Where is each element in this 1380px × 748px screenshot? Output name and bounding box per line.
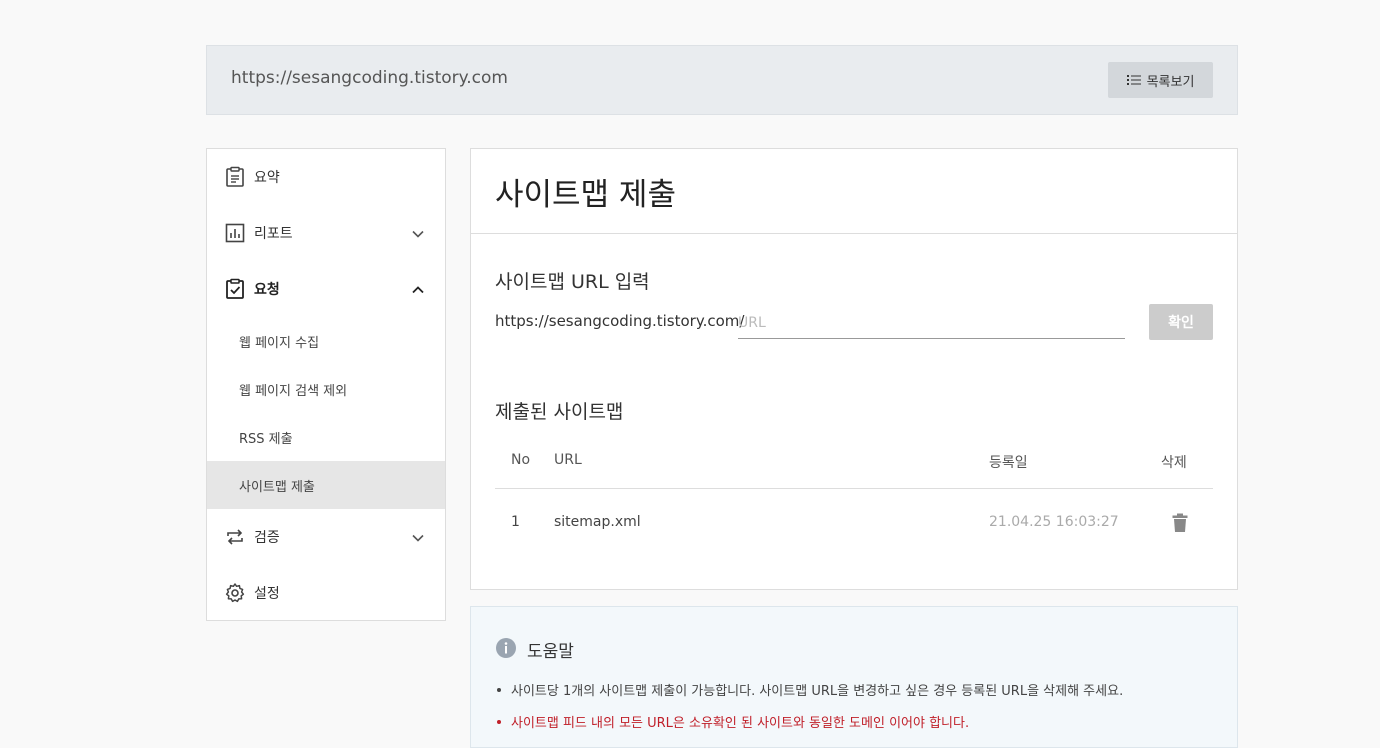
info-icon — [496, 638, 516, 658]
sitemap-submit-panel: 사이트맵 제출 사이트맵 URL 입력 https://sesangcoding… — [470, 148, 1238, 590]
bullet — [497, 687, 501, 692]
table-header-no: No — [511, 452, 531, 468]
table-cell-no: 1 — [511, 514, 520, 530]
sidebar-item-verify[interactable]: 검증 — [207, 509, 445, 565]
chevron-down-icon — [412, 230, 424, 238]
bullet — [497, 719, 501, 724]
table-header-delete: 삭제 — [1161, 455, 1187, 471]
clipboard-check-icon — [226, 278, 244, 299]
sidebar-subitem-web-page-exclude[interactable]: 웹 페이지 검색 제외 — [207, 365, 445, 413]
gear-icon — [225, 583, 245, 603]
help-item-text: 사이트맵 피드 내의 모든 URL은 소유확인 된 사이트와 동일한 도메인 이… — [511, 716, 970, 731]
sidebar-subitem-web-page-collect[interactable]: 웹 페이지 수집 — [207, 317, 445, 365]
sidebar-subitem-label: 웹 페이지 수집 — [239, 335, 320, 351]
sidebar-item-settings[interactable]: 설정 — [207, 565, 445, 621]
sidebar-subitem-sitemap-submit[interactable]: 사이트맵 제출 — [207, 461, 445, 509]
submitted-sitemap-title: 제출된 사이트맵 — [495, 401, 624, 423]
sidebar-nav: 요약 리포트 요청 웹 페이지 수집 웹 페이지 검색 제외 RSS 제출 사이… — [206, 148, 446, 621]
table-cell-date: 21.04.25 16:03:27 — [989, 514, 1119, 530]
site-url: https://sesangcoding.tistory.com — [231, 68, 508, 88]
sidebar-item-label: 리포트 — [254, 226, 293, 242]
sidebar-subitem-rss-submit[interactable]: RSS 제출 — [207, 413, 445, 461]
list-icon — [1126, 75, 1141, 85]
help-item-text: 사이트당 1개의 사이트맵 제출이 가능합니다. 사이트맵 URL을 변경하고 … — [511, 684, 1124, 699]
sidebar-item-request[interactable]: 요청 — [207, 261, 445, 317]
clipboard-icon — [226, 166, 244, 187]
sidebar-item-report[interactable]: 리포트 — [207, 205, 445, 261]
help-item-highlight: 사이트맵 피드 내의 모든 URL은 소유확인 된 사이트와 동일한 도메인 이… — [497, 712, 969, 731]
repeat-icon — [227, 529, 243, 545]
sitemap-url-input[interactable] — [738, 308, 1125, 339]
sidebar-item-label: 요청 — [254, 282, 280, 298]
help-panel: 도움말 사이트당 1개의 사이트맵 제출이 가능합니다. 사이트맵 URL을 변… — [470, 606, 1238, 748]
divider — [471, 233, 1237, 234]
table-divider — [495, 488, 1213, 489]
chevron-down-icon — [412, 534, 424, 542]
url-input-section-title: 사이트맵 URL 입력 — [495, 271, 650, 293]
table-cell-url: sitemap.xml — [554, 514, 641, 530]
trash-icon[interactable] — [1171, 513, 1189, 533]
bar-chart-icon — [225, 223, 245, 243]
help-title: 도움말 — [527, 642, 574, 662]
sidebar-item-label: 요약 — [254, 170, 280, 186]
url-prefix: https://sesangcoding.tistory.com/ — [495, 312, 745, 330]
sidebar-subitem-label: 사이트맵 제출 — [239, 479, 315, 495]
chevron-up-icon — [412, 286, 424, 294]
table-header-url: URL — [554, 452, 582, 468]
page-title: 사이트맵 제출 — [495, 177, 676, 213]
table-header-date: 등록일 — [989, 455, 1028, 471]
sidebar-item-label: 검증 — [254, 530, 280, 546]
sidebar-item-summary[interactable]: 요약 — [207, 149, 445, 205]
list-view-button[interactable]: 목록보기 — [1108, 62, 1213, 98]
sidebar-subitem-label: 웹 페이지 검색 제외 — [239, 383, 348, 399]
sidebar-subitem-label: RSS 제출 — [239, 431, 293, 447]
sidebar-item-label: 설정 — [254, 586, 280, 602]
help-item: 사이트당 1개의 사이트맵 제출이 가능합니다. 사이트맵 URL을 변경하고 … — [497, 680, 1123, 699]
confirm-button[interactable]: 확인 — [1149, 304, 1213, 340]
list-view-label: 목록보기 — [1146, 74, 1195, 90]
site-header-bar: https://sesangcoding.tistory.com 목록보기 — [206, 45, 1238, 115]
